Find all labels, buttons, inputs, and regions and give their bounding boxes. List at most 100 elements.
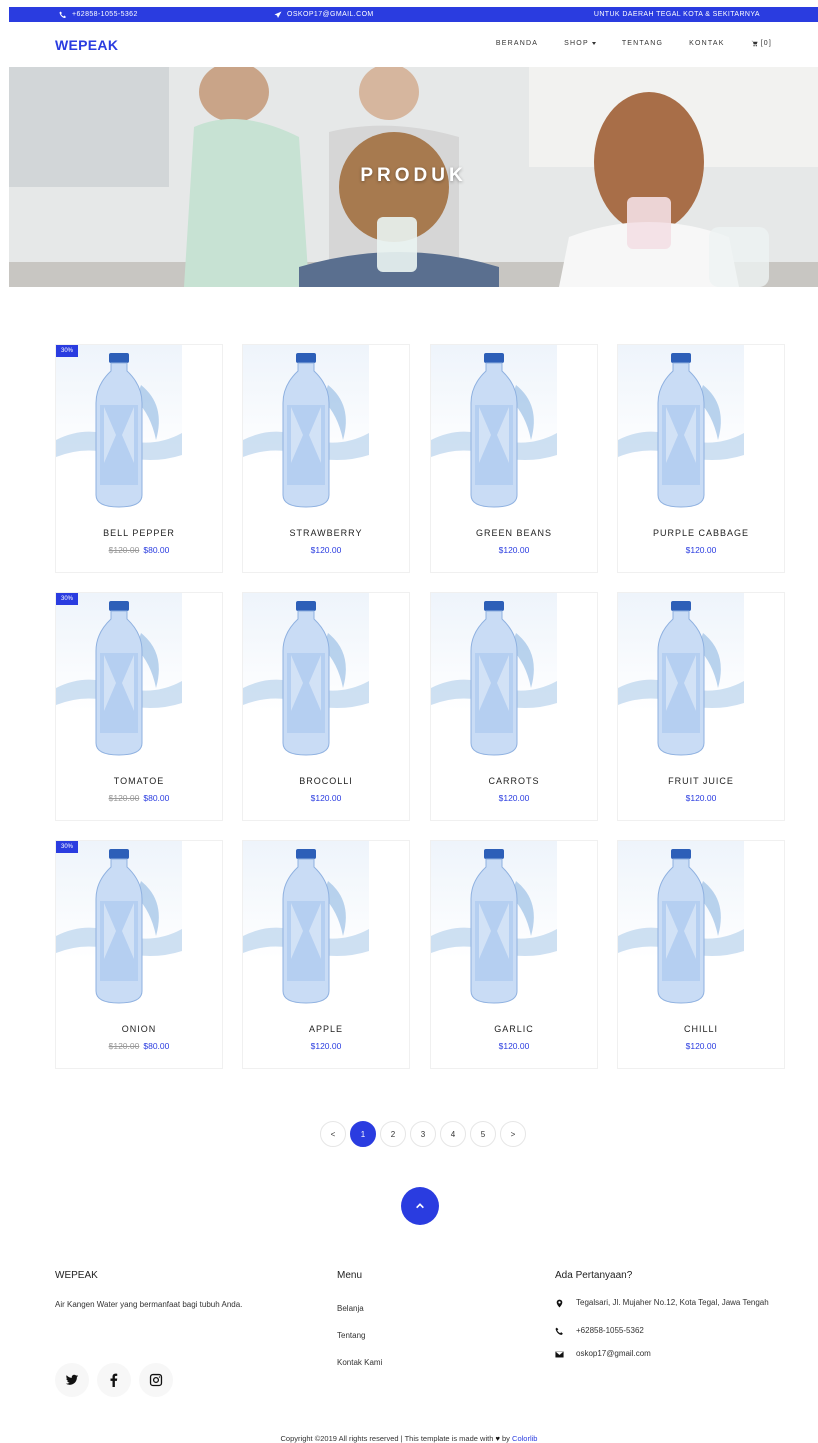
footer-phone-text: +62858-1055-5362	[576, 1326, 644, 1335]
product-image[interactable]	[243, 345, 369, 513]
footer-address: Tegalsari, Jl. Mujaher No.12, Kota Tegal…	[555, 1298, 785, 1308]
nav-label: KONTAK	[689, 40, 725, 47]
product-card[interactable]: CARROTS $120.00	[430, 592, 598, 821]
discount-badge: 30%	[56, 593, 79, 605]
product-image[interactable]	[243, 593, 369, 761]
product-name[interactable]: APPLE	[243, 1024, 409, 1034]
product-card[interactable]: CHILLI $120.00	[617, 840, 785, 1069]
product-name[interactable]: CARROTS	[431, 776, 597, 786]
map-marker-icon	[556, 1299, 563, 1308]
product-name[interactable]: BELL PEPPER	[56, 528, 222, 538]
footer-brand-title: WEPEAK	[55, 1270, 98, 1281]
product-card[interactable]: FRUIT JUICE $120.00	[617, 592, 785, 821]
page-5-button[interactable]: 5	[470, 1121, 496, 1147]
product-card[interactable]: STRAWBERRY $120.00	[242, 344, 410, 573]
colorlib-link[interactable]: Colorlib	[512, 1434, 537, 1443]
footer-contact-title: Ada Pertanyaan?	[555, 1270, 633, 1281]
product-price-row: $120.00	[243, 793, 409, 803]
nav-item-cart[interactable]: [0]	[751, 40, 772, 47]
product-image[interactable]	[243, 841, 369, 1009]
product-price-row: $120.00	[618, 1041, 784, 1051]
product-card[interactable]: 30% TOMATOE $120.00 $80.00	[55, 592, 223, 821]
topbar-email[interactable]: OSKOP17@GMAIL.COM	[274, 7, 374, 22]
product-name[interactable]: GREEN BEANS	[431, 528, 597, 538]
footer-link-belanja[interactable]: Belanja	[337, 1304, 364, 1313]
product-name[interactable]: FRUIT JUICE	[618, 776, 784, 786]
product-card[interactable]: BROCOLLI $120.00	[242, 592, 410, 821]
product-image[interactable]	[431, 841, 557, 1009]
instagram-icon	[149, 1373, 163, 1387]
product-card[interactable]: GARLIC $120.00	[430, 840, 598, 1069]
product-name[interactable]: BROCOLLI	[243, 776, 409, 786]
footer-phone[interactable]: +62858-1055-5362	[555, 1326, 785, 1336]
product-card[interactable]: GREEN BEANS $120.00	[430, 344, 598, 573]
product-name[interactable]: GARLIC	[431, 1024, 597, 1034]
product-image[interactable]	[56, 841, 182, 1009]
product-card[interactable]: 30% BELL PEPPER $120.00 $80.00	[55, 344, 223, 573]
nav-item-kontak[interactable]: KONTAK	[689, 40, 724, 47]
product-old-price: $120.00	[108, 1041, 140, 1051]
product-card[interactable]: 30% ONION $120.00 $80.00	[55, 840, 223, 1069]
product-image[interactable]	[431, 345, 557, 513]
product-price-row: $120.00	[243, 1041, 409, 1051]
topbar-phone[interactable]: +62858-1055-5362	[59, 7, 138, 22]
facebook-link[interactable]	[97, 1363, 131, 1397]
product-price: $80.00	[143, 1041, 170, 1051]
footer-description: Air Kangen Water yang bermanfaat bagi tu…	[55, 1300, 243, 1309]
product-card[interactable]: APPLE $120.00	[242, 840, 410, 1069]
page-4-button[interactable]: 4	[440, 1121, 466, 1147]
product-image[interactable]	[618, 345, 744, 513]
product-price-row: $120.00 $80.00	[56, 793, 222, 803]
product-price-row: $120.00 $80.00	[56, 545, 222, 555]
footer-contact: Ada Pertanyaan? Tegalsari, Jl. Mujaher N…	[555, 1270, 795, 1380]
footer-menu-title: Menu	[337, 1270, 363, 1281]
nav-item-shop[interactable]: SHOP	[564, 40, 596, 47]
footer-menu: Menu Belanja Tentang Kontak Kami	[337, 1270, 487, 1380]
footer-email[interactable]: oskop17@gmail.com	[555, 1349, 785, 1359]
product-price: $120.00	[685, 1041, 717, 1051]
footer-link-tentang[interactable]: Tentang	[337, 1331, 365, 1340]
product-image[interactable]	[618, 841, 744, 1009]
product-old-price: $120.00	[108, 793, 140, 803]
page-2-button[interactable]: 2	[380, 1121, 406, 1147]
nav-label: BERANDA	[495, 40, 539, 47]
discount-badge: 30%	[56, 345, 79, 357]
page-1-button[interactable]: 1	[350, 1121, 376, 1147]
copyright-by: by	[502, 1434, 510, 1443]
page-next-button[interactable]: >	[500, 1121, 526, 1147]
product-price-row: $120.00	[431, 793, 597, 803]
product-name[interactable]: CHILLI	[618, 1024, 784, 1034]
brand-logo[interactable]: WEPEAK	[55, 37, 118, 53]
nav-item-beranda[interactable]: BERANDA	[496, 40, 538, 47]
product-price-row: $120.00	[243, 545, 409, 555]
product-image[interactable]	[56, 593, 182, 761]
paper-plane-icon	[274, 11, 282, 18]
phone-icon	[59, 11, 66, 18]
footer: WEPEAK Air Kangen Water yang bermanfaat …	[0, 1260, 818, 1443]
facebook-icon	[110, 1373, 118, 1387]
product-card[interactable]: PURPLE CABBAGE $120.00	[617, 344, 785, 573]
instagram-link[interactable]	[139, 1363, 173, 1397]
cart-icon	[751, 40, 758, 47]
envelope-icon	[555, 1351, 564, 1358]
footer-link-kontak-kami[interactable]: Kontak Kami	[337, 1358, 382, 1367]
product-image[interactable]	[56, 345, 182, 513]
page-prev-button[interactable]: <	[320, 1121, 346, 1147]
product-image[interactable]	[618, 593, 744, 761]
nav-item-tentang[interactable]: TENTANG	[622, 40, 663, 47]
topbar-phone-text: +62858-1055-5362	[72, 11, 138, 18]
product-price: $120.00	[310, 1041, 342, 1051]
product-name[interactable]: TOMATOE	[56, 776, 222, 786]
pagination: < 1 2 3 4 5 >	[320, 1121, 526, 1147]
twitter-link[interactable]	[55, 1363, 89, 1397]
footer-email-text: oskop17@gmail.com	[576, 1349, 651, 1358]
product-name[interactable]: STRAWBERRY	[243, 528, 409, 538]
discount-badge: 30%	[56, 841, 79, 853]
product-name[interactable]: PURPLE CABBAGE	[618, 528, 784, 538]
product-old-price: $120.00	[108, 545, 140, 555]
page-3-button[interactable]: 3	[410, 1121, 436, 1147]
twitter-icon	[65, 1374, 79, 1385]
scroll-to-top-button[interactable]	[401, 1187, 439, 1225]
product-image[interactable]	[431, 593, 557, 761]
product-name[interactable]: ONION	[56, 1024, 222, 1034]
